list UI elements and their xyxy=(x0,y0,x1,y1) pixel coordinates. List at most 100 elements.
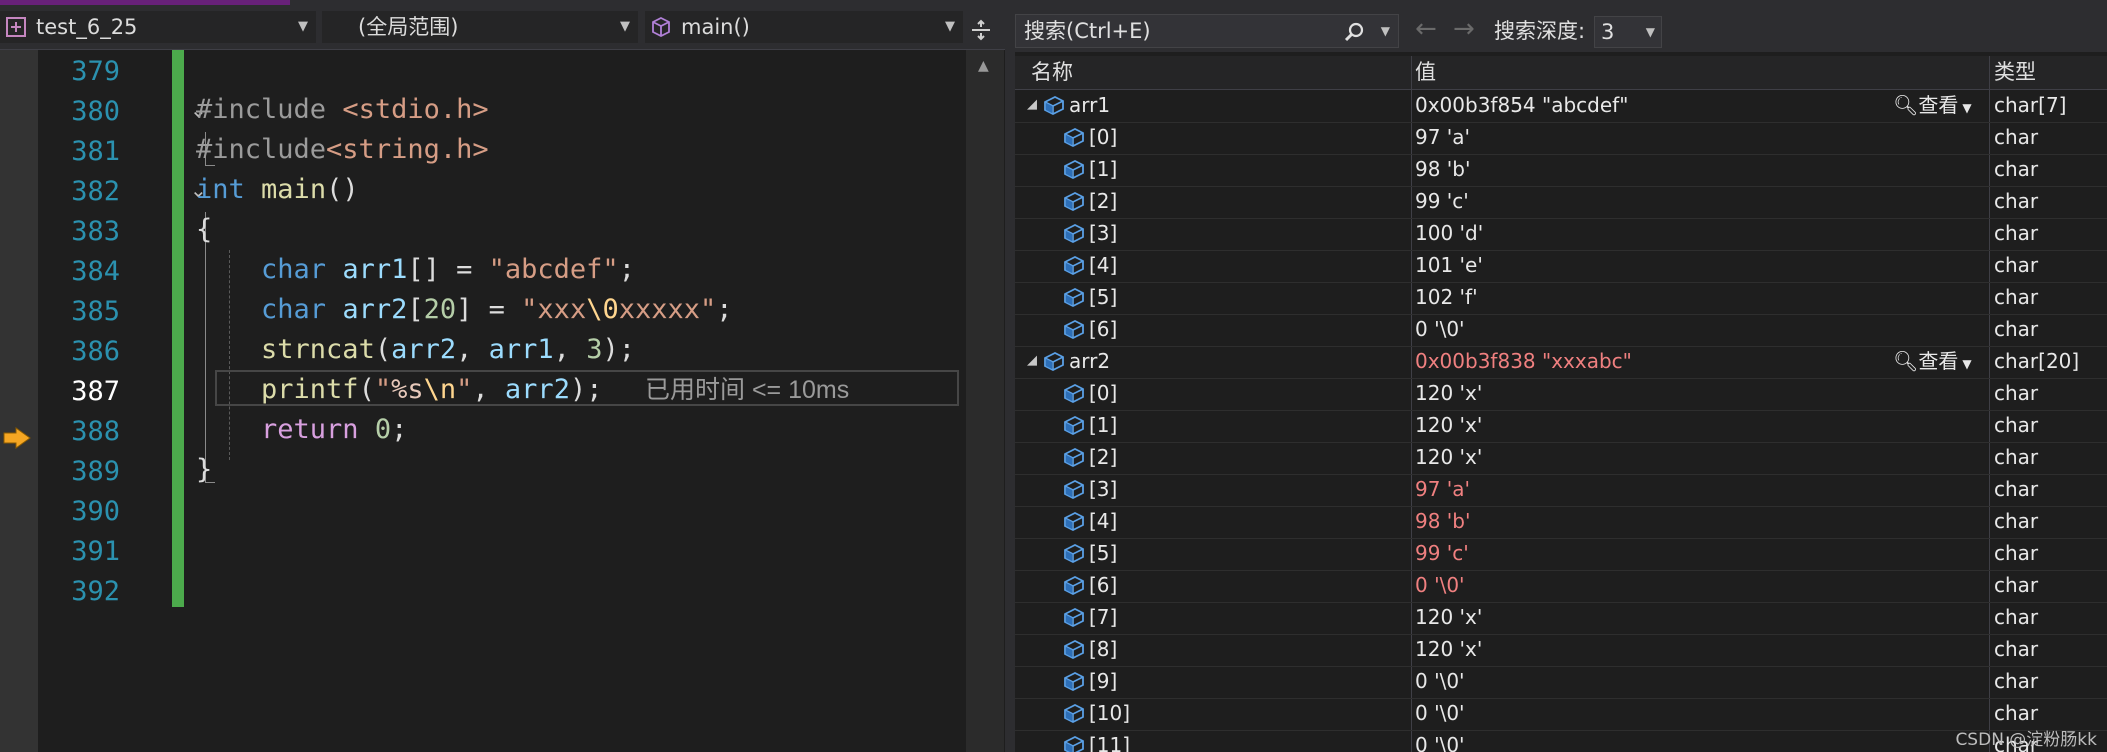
editor-vertical-scrollbar[interactable]: ▲ xyxy=(966,50,1004,752)
watch-row-type: char xyxy=(1994,189,2039,213)
back-arrow-icon[interactable]: ← xyxy=(1415,14,1437,44)
watch-row-value[interactable]: 0 '\0' xyxy=(1415,730,1465,752)
chevron-down-icon: ▼ xyxy=(1962,101,1972,115)
watch-row[interactable]: [1] 120 'x' char xyxy=(1015,410,2107,443)
navigation-bar: test_6_25 ▼ (全局范围) ▼ main() ▼ xyxy=(0,5,1005,50)
watch-row-value[interactable]: 101 'e' xyxy=(1415,250,1483,280)
watch-row[interactable]: [0] 97 'a' char xyxy=(1015,122,2107,155)
code-line-386: strncat(arr2, arr1, 3); xyxy=(261,334,635,365)
variable-cube-icon xyxy=(1064,703,1084,724)
watch-row[interactable]: [10] 0 '\0' char xyxy=(1015,698,2107,731)
watch-row-type: char xyxy=(1994,253,2039,277)
column-header-name[interactable]: 名称 xyxy=(1031,56,1073,89)
variable-cube-icon xyxy=(1064,479,1084,500)
watch-row[interactable]: [5] 102 'f' char xyxy=(1015,282,2107,315)
scope-dropdown-label: (全局范围) xyxy=(358,15,459,39)
code-editor[interactable]: test_6_25 ▼ (全局范围) ▼ main() ▼ 379 380 381 3… xyxy=(0,0,1005,752)
watch-row[interactable]: [9] 0 '\0' char xyxy=(1015,666,2107,699)
watch-row-value[interactable]: 0 '\0' xyxy=(1415,314,1465,344)
variable-cube-icon xyxy=(1064,191,1084,212)
watch-row-value[interactable]: 0x00b3f838 "xxxabc" xyxy=(1415,346,1632,376)
watch-row[interactable]: [3] 97 'a' char xyxy=(1015,474,2107,507)
column-header-value[interactable]: 值 xyxy=(1415,56,1436,89)
scroll-up-arrow-icon[interactable]: ▲ xyxy=(978,58,989,74)
watch-row-value[interactable]: 98 'b' xyxy=(1415,506,1471,536)
watch-row[interactable]: [8] 120 'x' char xyxy=(1015,634,2107,667)
watch-toolbar: 搜索(Ctrl+E) ▼ ← → 搜索深度: 3 ▼ xyxy=(1015,0,2107,52)
watch-row-value[interactable]: 99 'c' xyxy=(1415,538,1469,568)
search-icon[interactable] xyxy=(1344,22,1364,42)
project-dropdown[interactable]: test_6_25 ▼ xyxy=(0,11,316,43)
search-depth-label: 搜索深度: xyxy=(1494,19,1586,43)
watch-row-value[interactable]: 100 'd' xyxy=(1415,218,1483,248)
watch-row-value[interactable]: 120 'x' xyxy=(1415,634,1482,664)
chevron-down-icon: ▼ xyxy=(620,19,630,34)
view-button[interactable]: 🔍︎查看 ▼ xyxy=(1893,346,1972,379)
split-window-icon[interactable] xyxy=(970,19,992,41)
watch-row-value[interactable]: 0 '\0' xyxy=(1415,698,1465,728)
column-header-type[interactable]: 类型 xyxy=(1994,56,2036,89)
watch-row[interactable]: [2] 120 'x' char xyxy=(1015,442,2107,475)
chevron-down-icon: ▼ xyxy=(298,19,308,34)
expand-triangle-icon[interactable]: ◢ xyxy=(1027,90,1037,120)
watch-row-name: [6] xyxy=(1089,573,1118,597)
line-number: 384 xyxy=(71,256,120,287)
perf-tip: 已用时间 <= 10ms xyxy=(645,376,850,404)
watch-row[interactable]: [6] 0 '\0' char xyxy=(1015,570,2107,603)
view-button[interactable]: 🔍︎查看 ▼ xyxy=(1893,90,1972,123)
expand-triangle-icon[interactable]: ◢ xyxy=(1027,346,1037,376)
search-depth-select[interactable]: 3 ▼ xyxy=(1594,16,1662,48)
watch-row-value[interactable]: 120 'x' xyxy=(1415,410,1482,440)
watch-row[interactable]: [1] 98 'b' char xyxy=(1015,154,2107,187)
watch-row[interactable]: [4] 98 'b' char xyxy=(1015,506,2107,539)
watch-column-headers: 名称 值 类型 xyxy=(1015,56,2107,90)
watch-row-value[interactable]: 0 '\0' xyxy=(1415,666,1465,696)
watch-row-type: char xyxy=(1994,637,2039,661)
code-line-380: #include <stdio.h> xyxy=(196,94,489,125)
watch-row[interactable]: [5] 99 'c' char xyxy=(1015,538,2107,571)
watch-row[interactable]: [6] 0 '\0' char xyxy=(1015,314,2107,347)
watch-row-value[interactable]: 120 'x' xyxy=(1415,378,1482,408)
breakpoint-gutter[interactable] xyxy=(0,50,38,752)
code-line-384: char arr1[] = "abcdef"; xyxy=(261,254,635,285)
code-line-383: { xyxy=(196,214,213,245)
watch-row[interactable]: [0] 120 'x' char xyxy=(1015,378,2107,411)
watch-row[interactable]: [4] 101 'e' char xyxy=(1015,250,2107,283)
watch-row[interactable]: ◢ arr1 0x00b3f854 "abcdef" 🔍︎查看 ▼ char[7] xyxy=(1015,90,2107,123)
watch-row-value[interactable]: 0 '\0' xyxy=(1415,570,1465,600)
code-area[interactable]: #include <stdio.h> #include<string.h> in… xyxy=(196,50,966,752)
watch-row-type: char xyxy=(1994,445,2039,469)
watch-row[interactable]: [11] 0 '\0' char xyxy=(1015,730,2107,752)
watch-row[interactable]: ◢ arr2 0x00b3f838 "xxxabc" 🔍︎查看 ▼ char[20] xyxy=(1015,346,2107,379)
watch-row-value[interactable]: 99 'c' xyxy=(1415,186,1469,216)
variable-cube-icon xyxy=(1064,127,1084,148)
chevron-down-icon: ▼ xyxy=(1962,357,1972,371)
watch-row-name: [2] xyxy=(1089,445,1118,469)
line-number: 392 xyxy=(71,576,120,607)
view-label: 查看 xyxy=(1918,349,1959,373)
watch-row-value[interactable]: 120 'x' xyxy=(1415,442,1482,472)
watch-row-value[interactable]: 0x00b3f854 "abcdef" xyxy=(1415,90,1628,120)
watch-row[interactable]: [2] 99 'c' char xyxy=(1015,186,2107,219)
variable-cube-icon xyxy=(1064,159,1084,180)
watch-row[interactable]: [7] 120 'x' char xyxy=(1015,602,2107,635)
function-dropdown[interactable]: main() ▼ xyxy=(645,11,963,43)
watch-row-value[interactable]: 97 'a' xyxy=(1415,122,1470,152)
scope-dropdown[interactable]: (全局范围) ▼ xyxy=(322,11,638,43)
watch-row-value[interactable]: 120 'x' xyxy=(1415,602,1482,632)
variable-cube-icon xyxy=(1044,95,1064,116)
line-number: 386 xyxy=(71,336,120,367)
search-options-chevron-icon[interactable]: ▼ xyxy=(1381,15,1390,47)
forward-arrow-icon[interactable]: → xyxy=(1453,14,1475,44)
variable-cube-icon xyxy=(1064,319,1084,340)
search-input[interactable]: 搜索(Ctrl+E) ▼ xyxy=(1015,14,1399,48)
watch-row-value[interactable]: 98 'b' xyxy=(1415,154,1471,184)
watch-row[interactable]: [3] 100 'd' char xyxy=(1015,218,2107,251)
variable-cube-icon xyxy=(1064,607,1084,628)
watch-row-value[interactable]: 97 'a' xyxy=(1415,474,1470,504)
search-placeholder: 搜索(Ctrl+E) xyxy=(1024,19,1151,43)
pane-splitter[interactable] xyxy=(1005,0,1015,752)
watch-row-type: char xyxy=(1994,573,2039,597)
watch-row-value[interactable]: 102 'f' xyxy=(1415,282,1478,312)
view-label: 查看 xyxy=(1918,93,1959,117)
